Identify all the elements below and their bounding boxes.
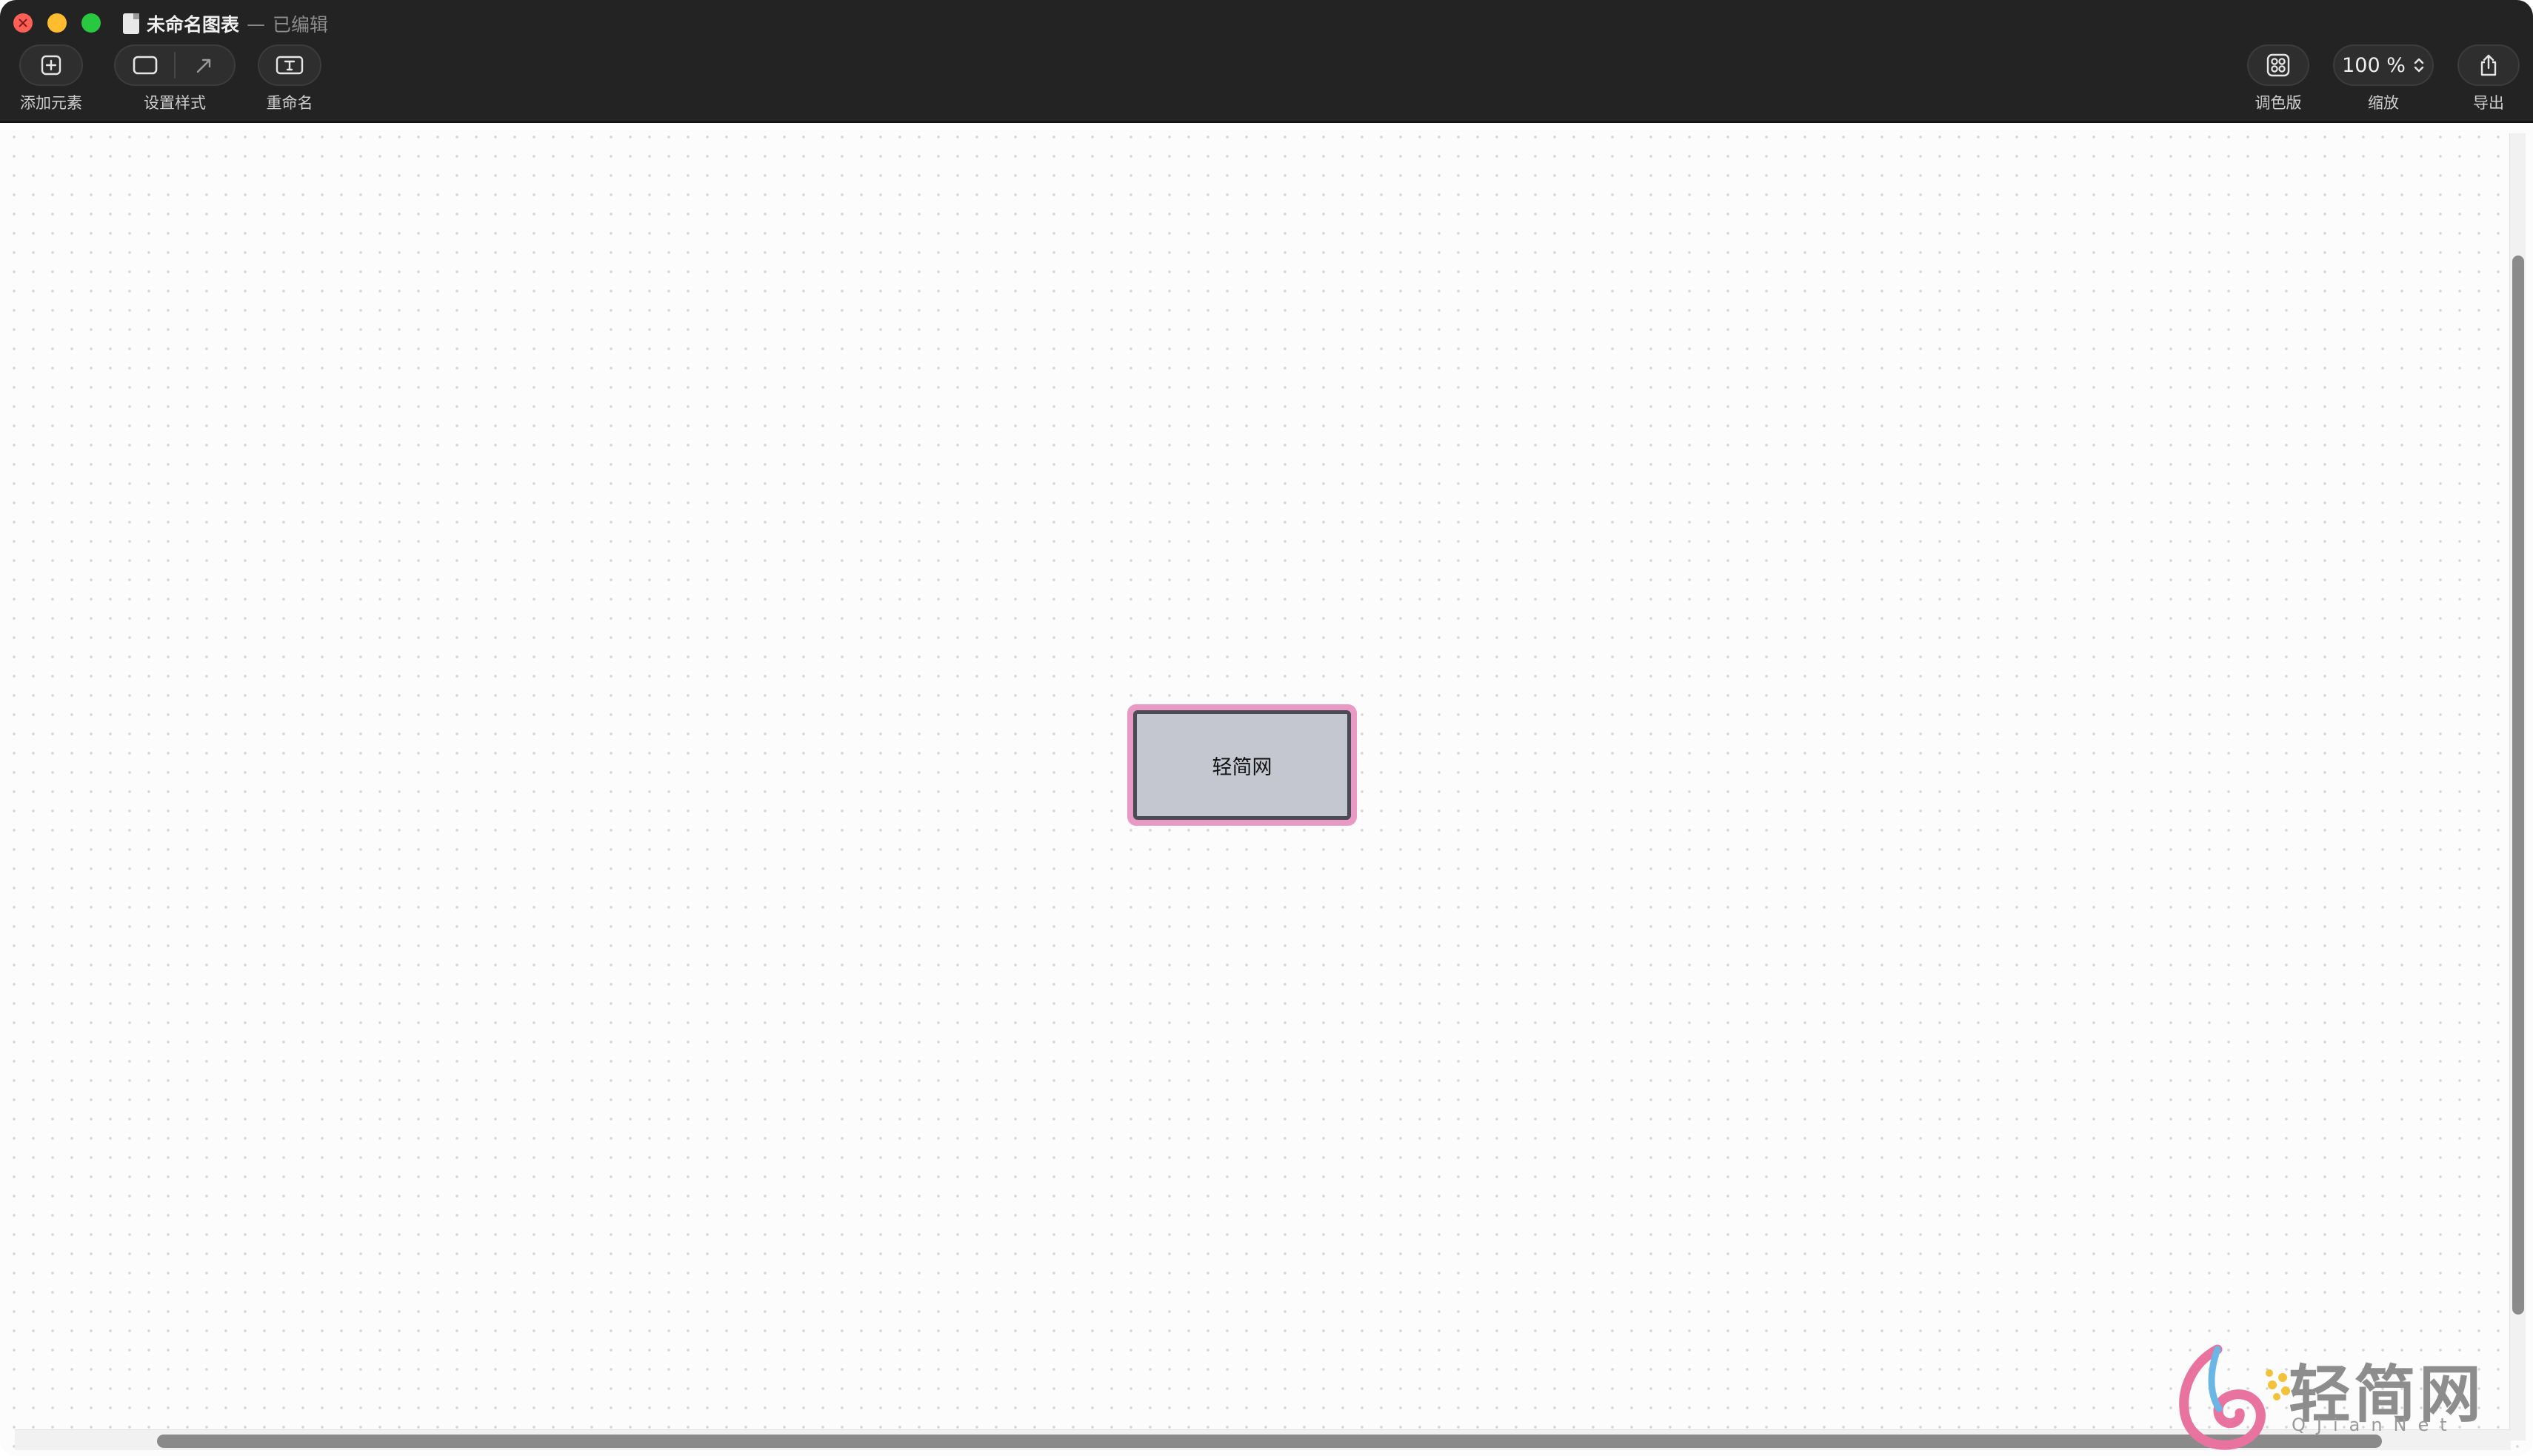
close-window-button[interactable] bbox=[13, 13, 33, 33]
toolbar: 未命名图表 — 已编辑 添加元素 设置样式 重命名 调色版 100 % 缩放 导… bbox=[0, 0, 2533, 123]
minimize-window-button[interactable] bbox=[47, 13, 67, 33]
export-button[interactable] bbox=[2457, 44, 2520, 86]
connector-style-icon bbox=[197, 59, 211, 73]
add-element-button[interactable] bbox=[19, 44, 83, 86]
app-window: 未命名图表 — 已编辑 添加元素 设置样式 重命名 调色版 100 % 缩放 导… bbox=[0, 0, 2533, 1456]
add-element-group: 添加元素 bbox=[19, 44, 83, 113]
vertical-scroll-thumb[interactable] bbox=[2512, 256, 2524, 1315]
maximize-window-button[interactable] bbox=[81, 13, 101, 33]
palette-grid-icon bbox=[2266, 53, 2290, 77]
set-style-label: 设置样式 bbox=[144, 94, 206, 112]
diagram-canvas[interactable]: 轻简网 bbox=[0, 123, 2533, 1456]
horizontal-scrollbar[interactable] bbox=[15, 1429, 2511, 1450]
document-icon bbox=[123, 13, 139, 34]
set-style-control bbox=[114, 44, 236, 86]
title-separator: — bbox=[247, 13, 266, 35]
rename-button[interactable] bbox=[258, 44, 321, 86]
connector-style-button[interactable] bbox=[176, 46, 234, 84]
palette-button[interactable] bbox=[2247, 44, 2309, 86]
export-group: 导出 bbox=[2457, 44, 2520, 113]
diagram-node[interactable]: 轻简网 bbox=[1127, 704, 1357, 949]
share-icon bbox=[2480, 54, 2497, 76]
shape-style-button[interactable] bbox=[116, 46, 174, 84]
node-body[interactable]: 轻简网 bbox=[1133, 710, 1351, 820]
vertical-scrollbar[interactable] bbox=[2509, 133, 2526, 1440]
watermark-subtitle: QJianNet bbox=[2292, 1415, 2458, 1435]
plus-icon bbox=[41, 55, 61, 76]
node-label: 轻简网 bbox=[1212, 755, 1272, 779]
horizontal-scroll-thumb[interactable] bbox=[157, 1435, 2382, 1448]
set-style-group: 设置样式 bbox=[114, 44, 236, 113]
export-label: 导出 bbox=[2473, 94, 2504, 112]
zoom-value: 100 % bbox=[2342, 53, 2406, 77]
shape-style-icon bbox=[133, 56, 157, 75]
document-name: 未命名图表 bbox=[147, 14, 240, 36]
palette-group: 调色版 bbox=[2247, 44, 2309, 113]
edit-state-label: 已编辑 bbox=[273, 14, 329, 36]
add-element-label: 添加元素 bbox=[20, 94, 82, 112]
rename-label: 重命名 bbox=[266, 94, 313, 112]
rename-group: 重命名 bbox=[258, 44, 321, 113]
watermark: 轻简网 QJianNet bbox=[2170, 1340, 2496, 1452]
document-title-bar[interactable]: 未命名图表 — 已编辑 bbox=[123, 9, 328, 39]
zoom-group: 100 % 缩放 bbox=[2333, 44, 2434, 113]
chevron-up-down-icon bbox=[2414, 58, 2424, 73]
zoom-select[interactable]: 100 % bbox=[2333, 44, 2434, 86]
watermark-logo-icon bbox=[2179, 1344, 2290, 1450]
zoom-label: 缩放 bbox=[2368, 94, 2399, 112]
palette-label: 调色版 bbox=[2255, 94, 2302, 112]
rename-icon bbox=[276, 56, 304, 75]
